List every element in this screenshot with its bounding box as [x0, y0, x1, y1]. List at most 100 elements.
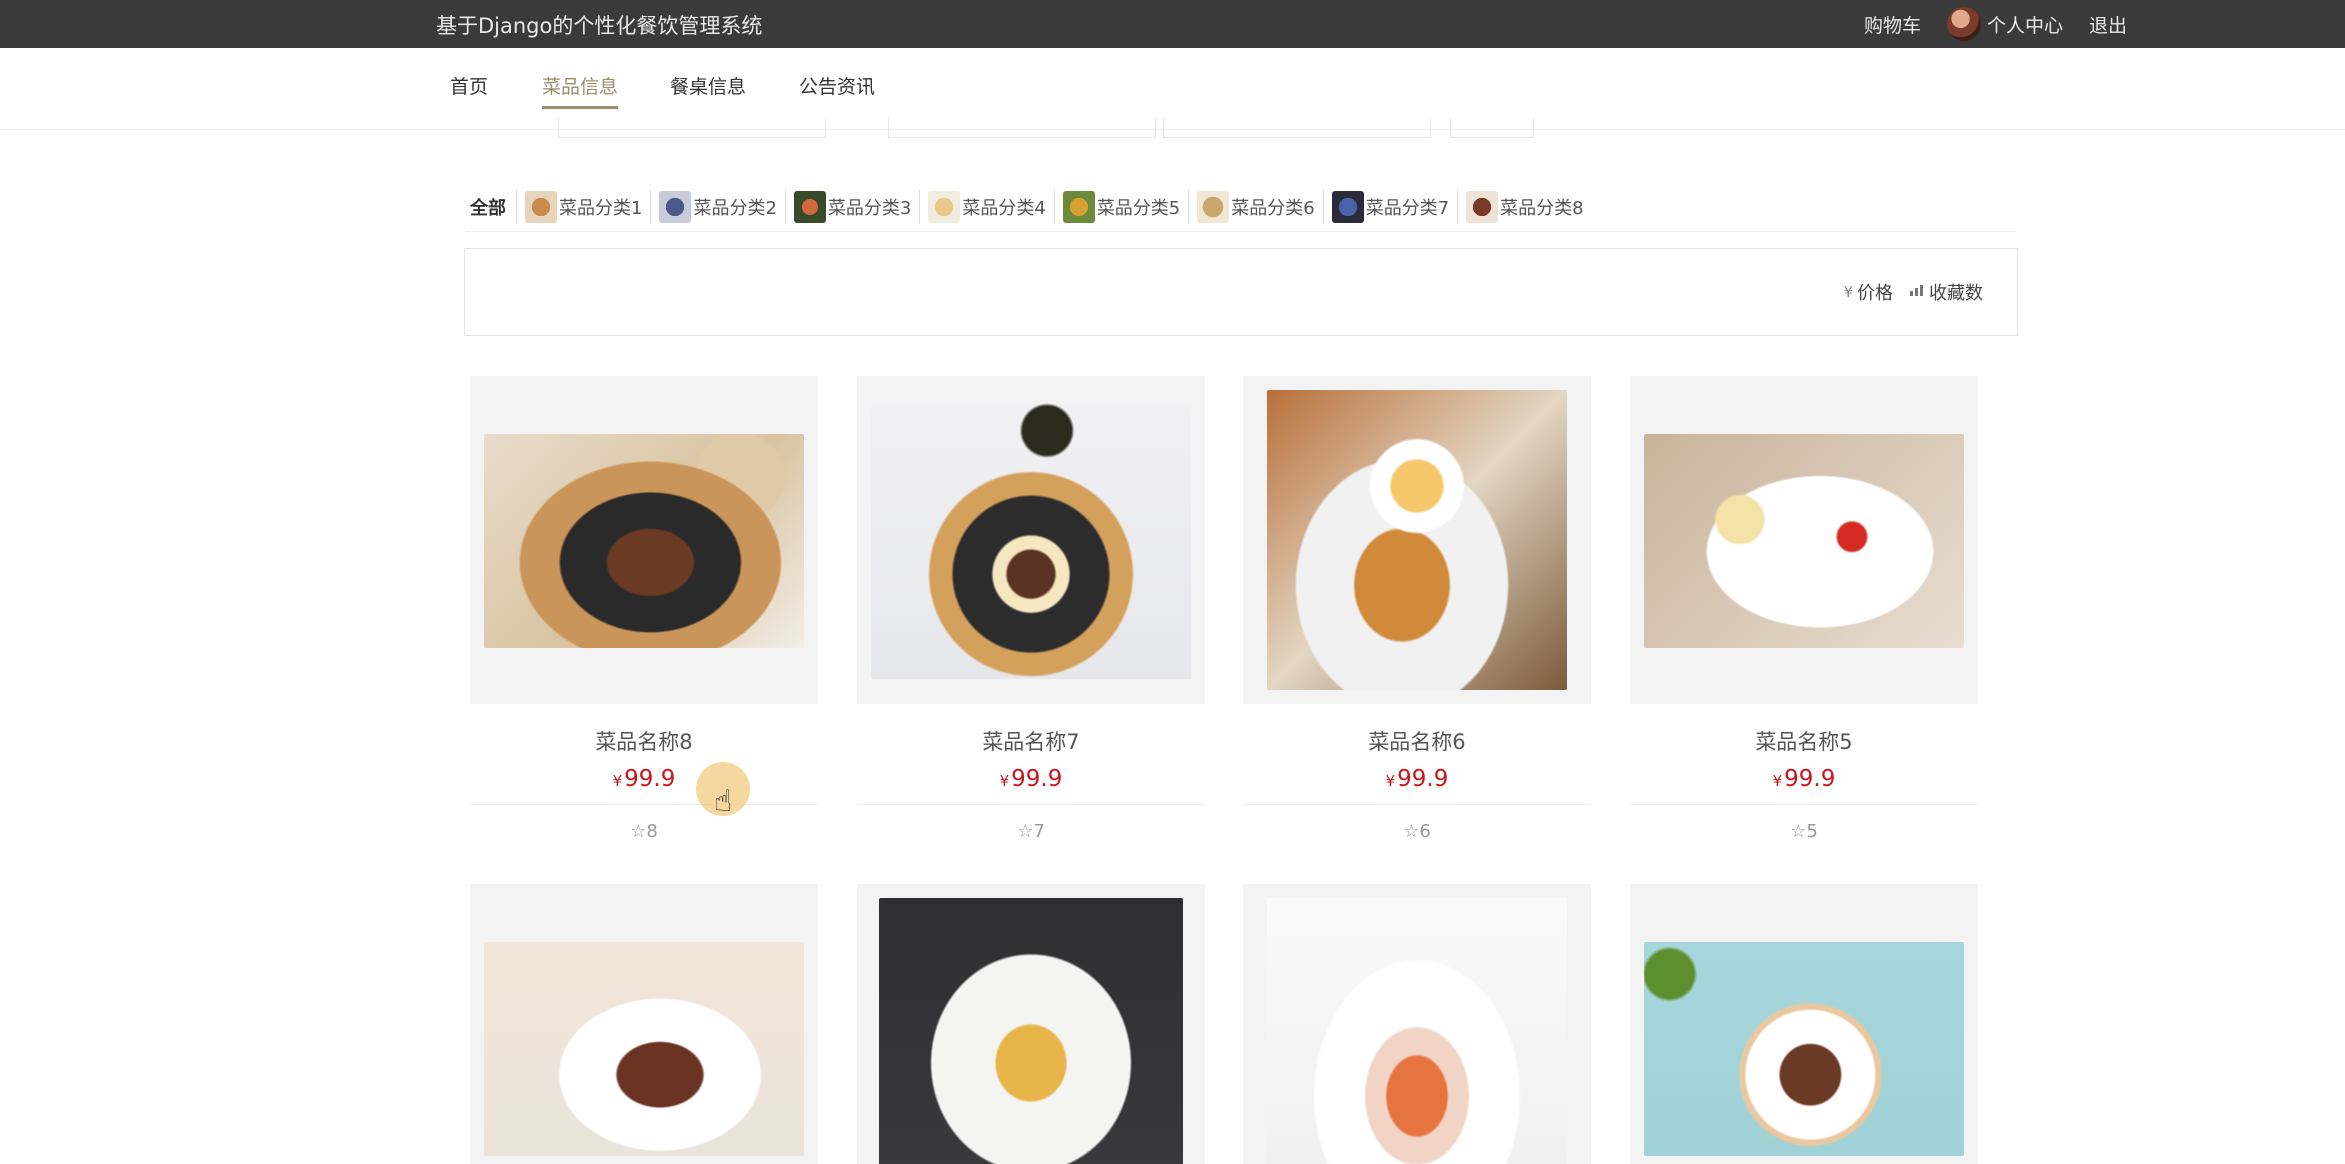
dish-image[interactable]	[1267, 898, 1567, 1164]
divider	[1630, 804, 1978, 805]
dish-name[interactable]: 菜品名称6	[1243, 726, 1591, 756]
dish-favorites-count: 8	[646, 821, 658, 842]
currency-symbol: ¥	[999, 772, 1010, 790]
category-label: 菜品分类4	[962, 197, 1046, 219]
category-label: 菜品分类1	[559, 197, 643, 219]
category-thumb	[793, 190, 826, 223]
category-thumb	[1466, 190, 1499, 223]
dish-image-box[interactable]	[1243, 376, 1591, 704]
dish-price: ¥99.9	[857, 766, 1205, 792]
sort-by-favorites[interactable]: 收藏数	[1909, 279, 1983, 305]
dish-card[interactable]	[470, 884, 818, 1164]
yen-icon: ¥	[1843, 283, 1853, 301]
cart-link[interactable]: 购物车	[1864, 11, 1921, 38]
search-input-name[interactable]	[558, 118, 826, 138]
category-item[interactable]: 菜品分类1	[516, 189, 650, 224]
dish-name[interactable]: 菜品名称5	[1630, 726, 1978, 756]
category-label: 菜品分类3	[827, 197, 912, 219]
category-label: 菜品分类6	[1231, 197, 1315, 219]
dish-image-box[interactable]	[1630, 376, 1978, 704]
dish-image[interactable]	[1267, 390, 1567, 690]
dish-image[interactable]	[1644, 942, 1964, 1156]
category-item[interactable]: 菜品分类7	[1322, 189, 1457, 224]
category-label: 菜品分类5	[1096, 197, 1181, 219]
star-icon: ☆	[1017, 821, 1034, 842]
hand-pointer-icon: ☝	[714, 784, 733, 819]
category-item[interactable]: 菜品分类4	[919, 189, 1053, 224]
dish-image[interactable]	[879, 898, 1183, 1164]
dish-favorites: ☆7	[857, 821, 1205, 842]
dish-image-box[interactable]	[1630, 884, 1978, 1164]
dish-price-value: 99.9	[1784, 766, 1836, 792]
search-input-category[interactable]	[888, 118, 1156, 138]
category-thumb	[1331, 190, 1364, 223]
category-thumb	[659, 190, 692, 223]
category-label: 菜品分类7	[1365, 197, 1450, 219]
dish-price: ¥99.9	[470, 766, 818, 792]
nav-news[interactable]: 公告资讯	[799, 72, 875, 99]
sort-panel: ¥ 价格 收藏数	[464, 248, 2018, 336]
category-thumb	[1062, 190, 1095, 223]
avatar[interactable]	[1946, 7, 1981, 41]
dish-image-box[interactable]	[1243, 884, 1591, 1164]
dish-card[interactable]: 菜品名称6 ¥99.9 ☆6	[1243, 376, 1591, 842]
bar-chart-icon	[1909, 283, 1925, 301]
category-thumb	[928, 190, 961, 223]
category-item[interactable]: 菜品分类5	[1053, 189, 1188, 224]
dish-image-box[interactable]	[470, 884, 818, 1164]
dish-favorites-count: 7	[1033, 821, 1045, 842]
dish-name[interactable]: 菜品名称7	[857, 726, 1205, 756]
dish-image[interactable]	[484, 434, 804, 648]
category-filter-bar: 全部 菜品分类1 菜品分类2 菜品分类3 菜品分类4 菜品分类5 菜品分类6 菜…	[466, 182, 2016, 232]
dish-card[interactable]	[1630, 884, 1978, 1164]
category-item[interactable]: 菜品分类3	[784, 189, 919, 224]
dish-image-box[interactable]	[470, 376, 818, 704]
category-item[interactable]: 菜品分类8	[1457, 189, 1591, 224]
nav-dishes[interactable]: 菜品信息	[542, 72, 619, 109]
dish-price: ¥99.9	[1630, 766, 1978, 792]
dish-price-value: 99.9	[1397, 766, 1449, 792]
star-icon: ☆	[1790, 821, 1807, 842]
dish-card[interactable]	[1243, 884, 1591, 1164]
category-label: 菜品分类8	[1500, 197, 1584, 219]
dish-favorites-count: 6	[1419, 821, 1431, 842]
dish-name[interactable]: 菜品名称8	[470, 726, 818, 756]
user-center-label[interactable]: 个人中心	[1987, 11, 2063, 38]
search-input-price[interactable]	[1163, 118, 1431, 138]
nav-home[interactable]: 首页	[450, 72, 488, 99]
dish-image[interactable]	[1644, 434, 1964, 648]
dish-favorites: ☆6	[1243, 821, 1591, 842]
top-right-links: 购物车 个人中心 退出	[1864, 0, 2127, 48]
dish-price: ¥99.9	[1243, 766, 1591, 792]
dish-card[interactable]: 菜品名称7 ¥99.9 ☆7	[857, 376, 1205, 842]
search-button[interactable]	[1450, 118, 1534, 138]
category-label: 菜品分类2	[693, 197, 777, 219]
site-title: 基于Django的个性化餐饮管理系统	[436, 14, 763, 38]
divider	[857, 804, 1205, 805]
sort-by-price[interactable]: ¥ 价格	[1843, 279, 1893, 305]
sort-links: ¥ 价格 收藏数	[1843, 279, 1983, 305]
dish-price-value: 99.9	[1011, 766, 1063, 792]
category-all[interactable]: 全部	[466, 194, 516, 220]
dish-favorites: ☆8	[470, 821, 818, 842]
category-item[interactable]: 菜品分类6	[1188, 189, 1322, 224]
logout-link[interactable]: 退出	[2089, 11, 2127, 38]
nav-tables[interactable]: 餐桌信息	[670, 72, 746, 99]
user-center-link[interactable]: 个人中心	[1946, 7, 2063, 41]
dish-card[interactable]	[857, 884, 1205, 1164]
currency-symbol: ¥	[612, 772, 623, 790]
dish-image-box[interactable]	[857, 884, 1205, 1164]
divider	[470, 804, 818, 805]
dish-card[interactable]: 菜品名称8 ¥99.9 ☆8	[470, 376, 818, 842]
dish-image-box[interactable]	[857, 376, 1205, 704]
category-thumb	[1197, 190, 1230, 223]
divider	[1243, 804, 1591, 805]
sort-price-label: 价格	[1857, 283, 1893, 304]
dish-image[interactable]	[484, 942, 804, 1156]
currency-symbol: ¥	[1772, 772, 1783, 790]
star-icon: ☆	[630, 821, 647, 842]
dish-card[interactable]: 菜品名称5 ¥99.9 ☆5	[1630, 376, 1978, 842]
category-item[interactable]: 菜品分类2	[650, 189, 784, 224]
sort-favorites-label: 收藏数	[1929, 283, 1983, 304]
dish-image[interactable]	[871, 403, 1191, 679]
